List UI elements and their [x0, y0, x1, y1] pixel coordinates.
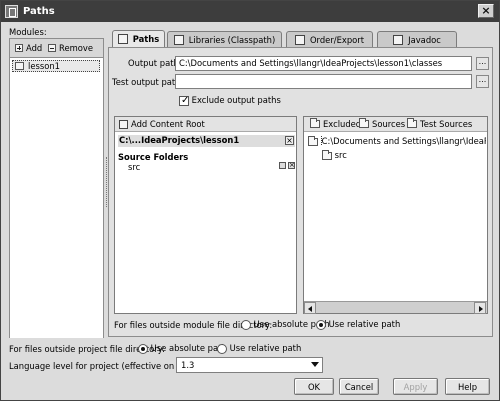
src-folder-icon	[322, 149, 332, 160]
remove-module-button[interactable]: Remove	[48, 43, 93, 53]
excluded-folder-icon	[310, 118, 320, 128]
add-icon	[15, 44, 23, 52]
add-module-button[interactable]: Add	[15, 43, 42, 53]
tree-toolbar: Excluded Sources Test Sources	[304, 117, 487, 132]
add-module-label: Add	[26, 43, 43, 53]
tab-libraries[interactable]: Libraries (Classpath)	[167, 31, 282, 47]
module-absolute-radio[interactable]	[241, 319, 251, 330]
content-root-path[interactable]: C:\...IdeaProjects\lesson1	[118, 135, 295, 147]
edit-source-folder-icon[interactable]	[279, 162, 286, 169]
module-item-label: lesson1	[28, 61, 60, 71]
test-sources-label: Test Sources	[420, 119, 473, 129]
paths-dialog: Paths × Modules: Add Remove lesson1 Path…	[0, 0, 500, 401]
modules-list: lesson1	[10, 57, 103, 338]
content-root-panel: Add Content Root C:\...IdeaProjects\less…	[114, 116, 297, 314]
tab-javadoc-label: Javadoc	[408, 34, 441, 45]
remove-content-root-button[interactable]: ×	[285, 136, 294, 145]
paths-tab-content: Output path: C:\Documents and Settings\l…	[108, 47, 493, 337]
module-item-lesson1[interactable]: lesson1	[12, 60, 100, 72]
test-sources-folder-icon	[407, 118, 417, 128]
excluded-label: Excluded	[323, 119, 362, 129]
remove-source-folder-icon[interactable]: ×	[288, 162, 295, 169]
test-output-path-field[interactable]	[175, 74, 472, 89]
chevron-down-icon	[311, 362, 319, 367]
tab-javadoc[interactable]: Javadoc	[377, 31, 457, 47]
root-folder-icon	[308, 136, 318, 146]
project-relative-radio[interactable]	[217, 343, 227, 354]
window-title: Paths	[23, 6, 55, 17]
ok-button[interactable]: OK	[294, 378, 334, 395]
javadoc-icon	[393, 34, 404, 45]
sources-button[interactable]: Sources	[359, 118, 406, 129]
excluded-button[interactable]: Excluded	[310, 118, 362, 129]
order-export-icon	[294, 34, 305, 45]
module-relative-label: Use relative path	[328, 319, 401, 329]
project-absolute-radio[interactable]	[138, 343, 148, 354]
scroll-right-arrow[interactable]	[474, 302, 486, 314]
test-sources-button[interactable]: Test Sources	[407, 118, 473, 129]
cancel-button[interactable]: Cancel	[339, 378, 379, 395]
libraries-icon	[173, 34, 184, 45]
sources-label: Sources	[372, 119, 406, 129]
source-folders-label: Source Folders	[118, 152, 189, 162]
horizontal-scrollbar[interactable]	[304, 301, 487, 314]
modules-label: Modules:	[9, 27, 47, 37]
project-absolute-label: Use absolute path	[150, 343, 227, 353]
add-content-root-button[interactable]: Add Content Root	[119, 119, 205, 129]
source-folder-src[interactable]: src	[128, 162, 140, 172]
output-path-browse-button[interactable]: ...	[476, 57, 489, 70]
scroll-left-arrow[interactable]	[304, 302, 316, 314]
help-button[interactable]: Help	[445, 378, 490, 395]
remove-module-label: Remove	[59, 43, 93, 53]
tab-libraries-label: Libraries (Classpath)	[188, 34, 276, 45]
tree-root-label: C:\Documents and Settings\llangr\IdeaPro…	[320, 136, 486, 146]
tab-paths-label: Paths	[132, 34, 160, 44]
sources-folder-icon	[359, 118, 369, 128]
test-output-path-label: Test output path:	[112, 77, 184, 87]
project-relative-label: Use relative path	[229, 343, 302, 353]
tab-paths[interactable]: Paths	[112, 30, 165, 47]
test-output-path-browse-button[interactable]: ...	[476, 75, 489, 88]
tree-root-row[interactable]: C:\Documents and Settings\llangr\IdeaPro…	[308, 136, 486, 146]
add-content-root-icon	[119, 119, 128, 129]
module-icon	[15, 62, 24, 70]
modules-panel: Add Remove lesson1	[9, 38, 104, 338]
paths-icon	[117, 34, 128, 44]
close-button[interactable]: ×	[478, 4, 494, 18]
remove-icon	[48, 44, 56, 52]
tab-order-export[interactable]: Order/Export	[286, 31, 373, 47]
tab-order-export-label: Order/Export	[309, 34, 365, 45]
exclude-output-paths-checkbox[interactable]	[179, 95, 189, 106]
content-root-toolbar: Add Content Root	[115, 117, 296, 132]
application-icon	[5, 5, 18, 18]
language-level-dropdown[interactable]: 1.3	[176, 357, 323, 373]
output-path-field[interactable]: C:\Documents and Settings\llangr\IdeaPro…	[175, 56, 472, 71]
project-relative-option[interactable]: Use relative path	[217, 343, 301, 354]
module-relative-radio[interactable]	[316, 319, 326, 330]
title-bar: Paths ×	[1, 1, 499, 22]
project-absolute-option[interactable]: Use absolute path	[138, 343, 227, 354]
tree-src-label: src	[334, 150, 347, 160]
output-path-label: Output path:	[128, 58, 182, 68]
module-relative-option[interactable]: Use relative path	[316, 319, 400, 330]
exclude-output-paths-option[interactable]: Exclude output paths	[179, 95, 281, 106]
language-level-value: 1.3	[181, 360, 195, 370]
content-root-path-label: C:\...IdeaProjects\lesson1	[119, 135, 240, 145]
directory-tree-panel: Excluded Sources Test Sources C:\Documen…	[303, 116, 488, 314]
exclude-output-paths-label: Exclude output paths	[191, 95, 281, 105]
tree-src-row[interactable]: src	[322, 149, 347, 160]
add-content-root-label: Add Content Root	[131, 119, 205, 129]
apply-button[interactable]: Apply	[393, 378, 438, 395]
